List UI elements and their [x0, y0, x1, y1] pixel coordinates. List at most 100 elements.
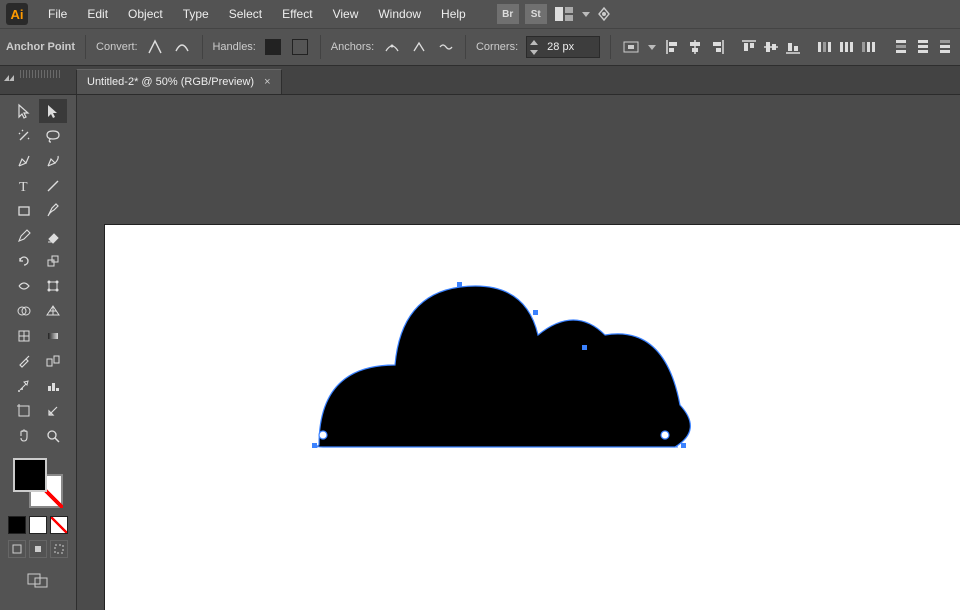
lasso-tool[interactable] — [39, 124, 67, 148]
distribute-vtop-icon[interactable] — [892, 38, 910, 56]
artboard-tool[interactable] — [10, 399, 38, 423]
align-right-icon[interactable] — [708, 38, 726, 56]
isolate-dropdown-icon[interactable] — [648, 45, 656, 50]
blend-tool[interactable] — [39, 349, 67, 373]
scale-tool[interactable] — [39, 249, 67, 273]
free-transform-tool[interactable] — [39, 274, 67, 298]
collapse-panels-icon[interactable] — [4, 70, 14, 76]
align-bottom-icon[interactable] — [784, 38, 802, 56]
document-tab[interactable]: Untitled-2* @ 50% (RGB/Preview) × — [76, 69, 282, 94]
corner-radius-value: 28 px — [541, 41, 599, 53]
symbol-sprayer-tool[interactable] — [10, 374, 38, 398]
draw-normal-icon[interactable] — [8, 540, 26, 558]
distribute-vbottom-icon[interactable] — [936, 38, 954, 56]
anchor-point[interactable] — [661, 431, 669, 439]
none-swatch[interactable] — [50, 516, 68, 534]
distribute-hcenter-icon[interactable] — [838, 38, 856, 56]
menu-type[interactable]: Type — [173, 0, 219, 28]
anchor-point[interactable] — [582, 345, 587, 350]
hand-tool[interactable] — [10, 424, 38, 448]
anchor-point[interactable] — [312, 443, 317, 448]
line-tool[interactable] — [39, 174, 67, 198]
anchor-point[interactable] — [319, 431, 327, 439]
perspective-tool[interactable] — [39, 299, 67, 323]
convert-label: Convert: — [96, 41, 138, 53]
spinner-down-icon[interactable] — [527, 47, 541, 57]
gradient-swatch[interactable] — [29, 516, 47, 534]
anchors-label: Anchors: — [331, 41, 374, 53]
arrange-dropdown-icon[interactable] — [582, 12, 590, 17]
direct-selection-tool[interactable] — [39, 99, 67, 123]
menu-object[interactable]: Object — [118, 0, 173, 28]
pencil-tool[interactable] — [10, 224, 38, 248]
isolate-icon[interactable] — [621, 37, 640, 57]
close-tab-icon[interactable]: × — [264, 76, 270, 88]
shape-builder-tool[interactable] — [10, 299, 38, 323]
toolbox-panel: T — [0, 95, 77, 610]
eraser-tool[interactable] — [39, 224, 67, 248]
gpu-preview-icon[interactable] — [594, 4, 614, 24]
mesh-tool[interactable] — [10, 324, 38, 348]
anchor-point[interactable] — [533, 310, 538, 315]
convert-smooth-icon[interactable] — [173, 37, 192, 57]
canvas-area[interactable] — [77, 95, 960, 610]
handles-hide-icon[interactable] — [291, 37, 310, 57]
align-top-icon[interactable] — [740, 38, 758, 56]
menu-effect[interactable]: Effect — [272, 0, 322, 28]
rectangle-tool[interactable] — [10, 199, 38, 223]
menu-edit[interactable]: Edit — [77, 0, 118, 28]
gradient-tool[interactable] — [39, 324, 67, 348]
handles-label: Handles: — [212, 41, 255, 53]
anchor-connect-icon[interactable] — [409, 37, 428, 57]
zoom-tool[interactable] — [39, 424, 67, 448]
menu-view[interactable]: View — [323, 0, 369, 28]
color-swatch-black[interactable] — [8, 516, 26, 534]
type-tool[interactable]: T — [10, 174, 38, 198]
menu-window[interactable]: Window — [368, 0, 431, 28]
screen-mode-icon[interactable] — [27, 572, 49, 588]
spinner-up-icon[interactable] — [527, 37, 541, 47]
rotate-tool[interactable] — [10, 249, 38, 273]
bridge-icon[interactable]: Br — [497, 4, 519, 24]
align-vcenter-icon[interactable] — [762, 38, 780, 56]
fill-swatch[interactable] — [13, 458, 47, 492]
menu-help[interactable]: Help — [431, 0, 476, 28]
control-bar: Anchor Point Convert: Handles: Anchors: … — [0, 28, 960, 66]
cloud-shape[interactable] — [318, 286, 691, 447]
distribute-vcenter-icon[interactable] — [914, 38, 932, 56]
distribute-hleft-icon[interactable] — [816, 38, 834, 56]
menu-file[interactable]: File — [38, 0, 77, 28]
menu-select[interactable]: Select — [219, 0, 272, 28]
magic-wand-tool[interactable] — [10, 124, 38, 148]
corner-radius-input[interactable]: 28 px — [526, 36, 600, 58]
color-mode-row — [8, 516, 68, 534]
artwork-svg — [105, 225, 960, 610]
draw-behind-icon[interactable] — [29, 540, 47, 558]
column-graph-tool[interactable] — [39, 374, 67, 398]
paintbrush-tool[interactable] — [39, 199, 67, 223]
arrange-documents-icon[interactable] — [554, 4, 574, 24]
anchor-point[interactable] — [681, 443, 686, 448]
convert-corner-icon[interactable] — [146, 37, 165, 57]
slice-tool[interactable] — [39, 399, 67, 423]
anchor-remove-icon[interactable] — [382, 37, 401, 57]
artboard[interactable] — [105, 225, 960, 610]
eyedropper-tool[interactable] — [10, 349, 38, 373]
pen-tool[interactable] — [10, 149, 38, 173]
anchor-point[interactable] — [457, 282, 462, 287]
anchor-cut-icon[interactable] — [436, 37, 455, 57]
control-mode-label: Anchor Point — [6, 41, 75, 53]
corners-label: Corners: — [476, 41, 518, 53]
handles-show-icon[interactable] — [264, 37, 283, 57]
selection-tool[interactable] — [10, 99, 38, 123]
draw-inside-icon[interactable] — [50, 540, 68, 558]
panel-grip-icon[interactable] — [20, 70, 60, 78]
curvature-tool[interactable] — [39, 149, 67, 173]
main-area: T — [0, 95, 960, 610]
fill-stroke-control[interactable] — [13, 458, 63, 508]
distribute-hright-icon[interactable] — [860, 38, 878, 56]
stock-icon[interactable]: St — [525, 4, 547, 24]
width-tool[interactable] — [10, 274, 38, 298]
align-left-icon[interactable] — [664, 38, 682, 56]
align-hcenter-icon[interactable] — [686, 38, 704, 56]
